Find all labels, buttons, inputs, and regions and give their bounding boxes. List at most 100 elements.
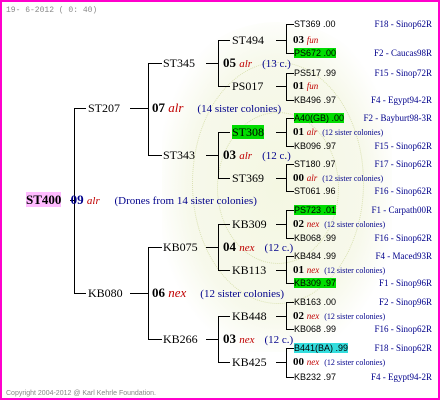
- colony-name: KB113: [232, 263, 267, 277]
- ancestor-origin: F18 - Sinop62R: [374, 19, 432, 29]
- ancestor-leaf[interactable]: KB163 .00: [294, 296, 336, 308]
- ancestor-origin: F16 - Sinop62R: [374, 324, 432, 334]
- colony-node-gen3[interactable]: PS017: [232, 80, 263, 93]
- queen-line: fun: [306, 35, 319, 45]
- ancestor-id: KB496 .97: [294, 95, 337, 105]
- colony-node-gen3[interactable]: KB425: [232, 356, 267, 369]
- connector-line: [286, 100, 294, 101]
- connector-line: [286, 256, 294, 257]
- queen-line: nex: [306, 311, 320, 321]
- colony-info-gen1: 06 nex (12 sister colonies): [152, 285, 284, 300]
- colony-node-gen2[interactable]: KB075: [163, 241, 198, 254]
- colony-name: ST345: [163, 56, 196, 70]
- ancestor-leaf[interactable]: ST061 .96: [294, 185, 336, 197]
- ancestor-id: PS517 .99: [294, 68, 337, 78]
- queen-line: alr: [239, 58, 253, 70]
- queen-line: nex: [168, 285, 187, 300]
- connector-line: [286, 118, 287, 146]
- colony-info-gen3: 03 fun: [293, 34, 318, 46]
- queen-line: alr: [168, 100, 184, 115]
- ancestor-leaf[interactable]: ST180 .97: [294, 158, 336, 170]
- queen-line: alr: [306, 173, 318, 183]
- connector-line: [218, 224, 230, 225]
- connector-line: [130, 108, 148, 109]
- connector-line: [218, 86, 230, 87]
- connector-line: [276, 178, 286, 179]
- colony-node-gen3[interactable]: KB309: [232, 218, 267, 231]
- connector-line: [286, 191, 294, 192]
- ancestor-origin: F17 - Sinop62R: [374, 159, 432, 169]
- ancestor-origin: F16 - Sinop62R: [374, 233, 432, 243]
- colony-node-gen3[interactable]: ST494: [232, 34, 264, 47]
- connector-line: [276, 270, 286, 271]
- connector-line: [286, 256, 287, 283]
- generation-number: 06: [152, 285, 169, 300]
- queen-line: fun: [306, 81, 319, 91]
- ancestor-leaf[interactable]: PS517 .99: [294, 67, 336, 79]
- ancestor-leaf[interactable]: B441(BA) .99: [294, 342, 349, 354]
- colony-node-gen3[interactable]: ST369: [232, 172, 264, 185]
- connector-line: [130, 293, 148, 294]
- generation-number: 03: [223, 147, 240, 162]
- ancestor-leaf[interactable]: PS723 .01: [294, 204, 337, 216]
- sister-note: (14 sister colonies): [197, 103, 282, 115]
- sister-note: (12 c.): [264, 242, 294, 254]
- ancestor-leaf[interactable]: ST369 .00: [294, 18, 336, 30]
- ancestor-leaf[interactable]: KB496 .97: [294, 94, 336, 106]
- connector-line: [276, 86, 286, 87]
- connector-line: [218, 40, 230, 41]
- ancestor-origin: F2 - Caucas98R: [374, 48, 432, 58]
- colony-node-gen3[interactable]: KB113: [232, 264, 266, 277]
- ancestor-origin: F16 - Sinop62R: [374, 186, 432, 196]
- colony-node-gen3[interactable]: ST308: [232, 125, 265, 139]
- colony-info-gen3: 00 nex (12 sister colonies): [293, 356, 385, 369]
- sister-note: (12 sister colonies): [322, 128, 384, 137]
- colony-node-gen1[interactable]: ST207: [88, 102, 120, 115]
- connector-line: [286, 73, 287, 100]
- colony-info-gen2: 05 alr (13 c.): [223, 56, 291, 70]
- colony-node-gen2[interactable]: ST343: [163, 149, 195, 162]
- colony-node-gen2[interactable]: KB266: [163, 333, 198, 346]
- colony-node-gen2[interactable]: ST345: [163, 57, 195, 70]
- connector-line: [286, 73, 294, 74]
- connector-line: [218, 362, 230, 363]
- generation-number: 01: [293, 126, 307, 138]
- queen-line: alr: [239, 150, 253, 162]
- colony-info-gen3: 01 fun: [293, 80, 318, 92]
- root-colony[interactable]: ST400 09 alr (Drones from 14 sister colo…: [26, 192, 257, 207]
- ancestor-id: A40(GB) .00: [294, 113, 345, 123]
- sister-note: (12 sister colonies): [324, 220, 386, 229]
- ancestor-leaf[interactable]: A40(GB) .00: [294, 112, 345, 124]
- ancestor-id: ST180 .97: [294, 159, 336, 169]
- generation-number: 03: [223, 331, 240, 346]
- colony-name: ST308: [232, 125, 265, 139]
- ancestor-leaf[interactable]: KB068 .99: [294, 232, 336, 244]
- queen-line: nex: [306, 219, 320, 229]
- ancestor-id: KB309 .97: [294, 278, 337, 288]
- colony-node-gen1[interactable]: KB080: [88, 287, 123, 300]
- connector-line: [286, 302, 294, 303]
- ancestor-leaf[interactable]: KB096 .97: [294, 140, 336, 152]
- ancestor-leaf[interactable]: PS672 .00: [294, 47, 337, 59]
- ancestor-id: KB096 .97: [294, 141, 337, 151]
- ancestor-leaf[interactable]: KB232 .97: [294, 371, 336, 383]
- colony-info-gen3: 02 nex (12 sister colonies): [293, 310, 385, 323]
- queen-line: nex: [306, 265, 320, 275]
- colony-info-gen3: 01 nex (12 sister colonies): [293, 264, 385, 277]
- sister-note: (12 c.): [264, 334, 294, 346]
- connector-line: [276, 362, 286, 363]
- colony-name: KB266: [163, 332, 198, 346]
- connector-line: [276, 316, 286, 317]
- queen-line: alr: [86, 195, 100, 207]
- ancestor-leaf[interactable]: KB484 .99: [294, 250, 336, 262]
- connector-line: [286, 348, 294, 349]
- connector-line: [286, 302, 287, 329]
- generation-number: 02: [293, 218, 307, 230]
- colony-name: ST400: [26, 192, 62, 207]
- ancestor-leaf[interactable]: KB309 .97: [294, 277, 337, 289]
- ancestor-id: ST369 .00: [294, 19, 336, 29]
- connector-line: [276, 40, 286, 41]
- connector-line: [286, 24, 287, 53]
- colony-node-gen3[interactable]: KB448: [232, 310, 267, 323]
- ancestor-leaf[interactable]: KB068 .99: [294, 323, 336, 335]
